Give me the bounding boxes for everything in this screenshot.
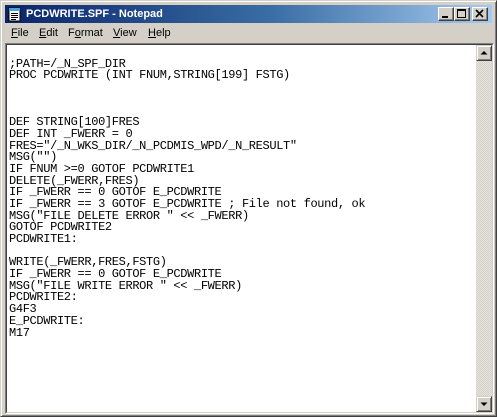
code-line: GOTOF PCDWRITE2 [9, 220, 112, 235]
menu-file[interactable]: File [11, 26, 29, 40]
code-line: PCDWRITE2: [9, 290, 78, 305]
editor-frame: ;PATH=/_N_SPF_DIR PROC PCDWRITE (INT FNUM… [5, 43, 494, 414]
menu-help[interactable]: Help [148, 26, 171, 40]
window-title: PCDWRITE.SPF - Notepad [26, 8, 163, 20]
code-line: FRES="/_N_WKS_DIR/_N_PCDMIS_WPD/_N_RESUL… [9, 138, 297, 153]
minimize-icon [442, 16, 448, 18]
notepad-icon[interactable] [7, 6, 23, 22]
close-icon [475, 9, 484, 18]
scroll-down-button[interactable] [476, 396, 492, 412]
editor-area[interactable]: ;PATH=/_N_SPF_DIR PROC PCDWRITE (INT FNUM… [6, 44, 493, 413]
maximize-button[interactable] [454, 7, 470, 21]
code-line: E_PCDWRITE: [9, 313, 85, 328]
notepad-window: PCDWRITE.SPF - Notepad File Edit Format … [0, 0, 497, 417]
vertical-scrollbar[interactable] [476, 45, 492, 412]
code-line: PCDWRITE1: [9, 232, 78, 246]
code-line: MSG("FILE WRITE ERROR " << _FWERR) [9, 278, 242, 293]
menu-edit[interactable]: Edit [39, 26, 58, 40]
menu-format[interactable]: Format [68, 26, 103, 40]
maximize-icon [457, 9, 466, 18]
scroll-up-button[interactable] [476, 45, 492, 61]
menu-view[interactable]: View [113, 26, 137, 40]
minimize-button[interactable] [438, 7, 454, 21]
document-text[interactable]: ;PATH=/_N_SPF_DIR PROC PCDWRITE (INT FNUM… [9, 47, 471, 411]
code-line: M17 [9, 325, 30, 340]
code-line: PROC PCDWRITE (INT FNUM,STRING[199] FSTG… [9, 68, 290, 83]
title-bar[interactable]: PCDWRITE.SPF - Notepad [5, 5, 492, 23]
close-button[interactable] [472, 7, 488, 21]
arrow-down-icon [480, 402, 488, 406]
arrow-up-icon [480, 51, 488, 55]
menu-bar: File Edit Format View Help [5, 24, 492, 42]
